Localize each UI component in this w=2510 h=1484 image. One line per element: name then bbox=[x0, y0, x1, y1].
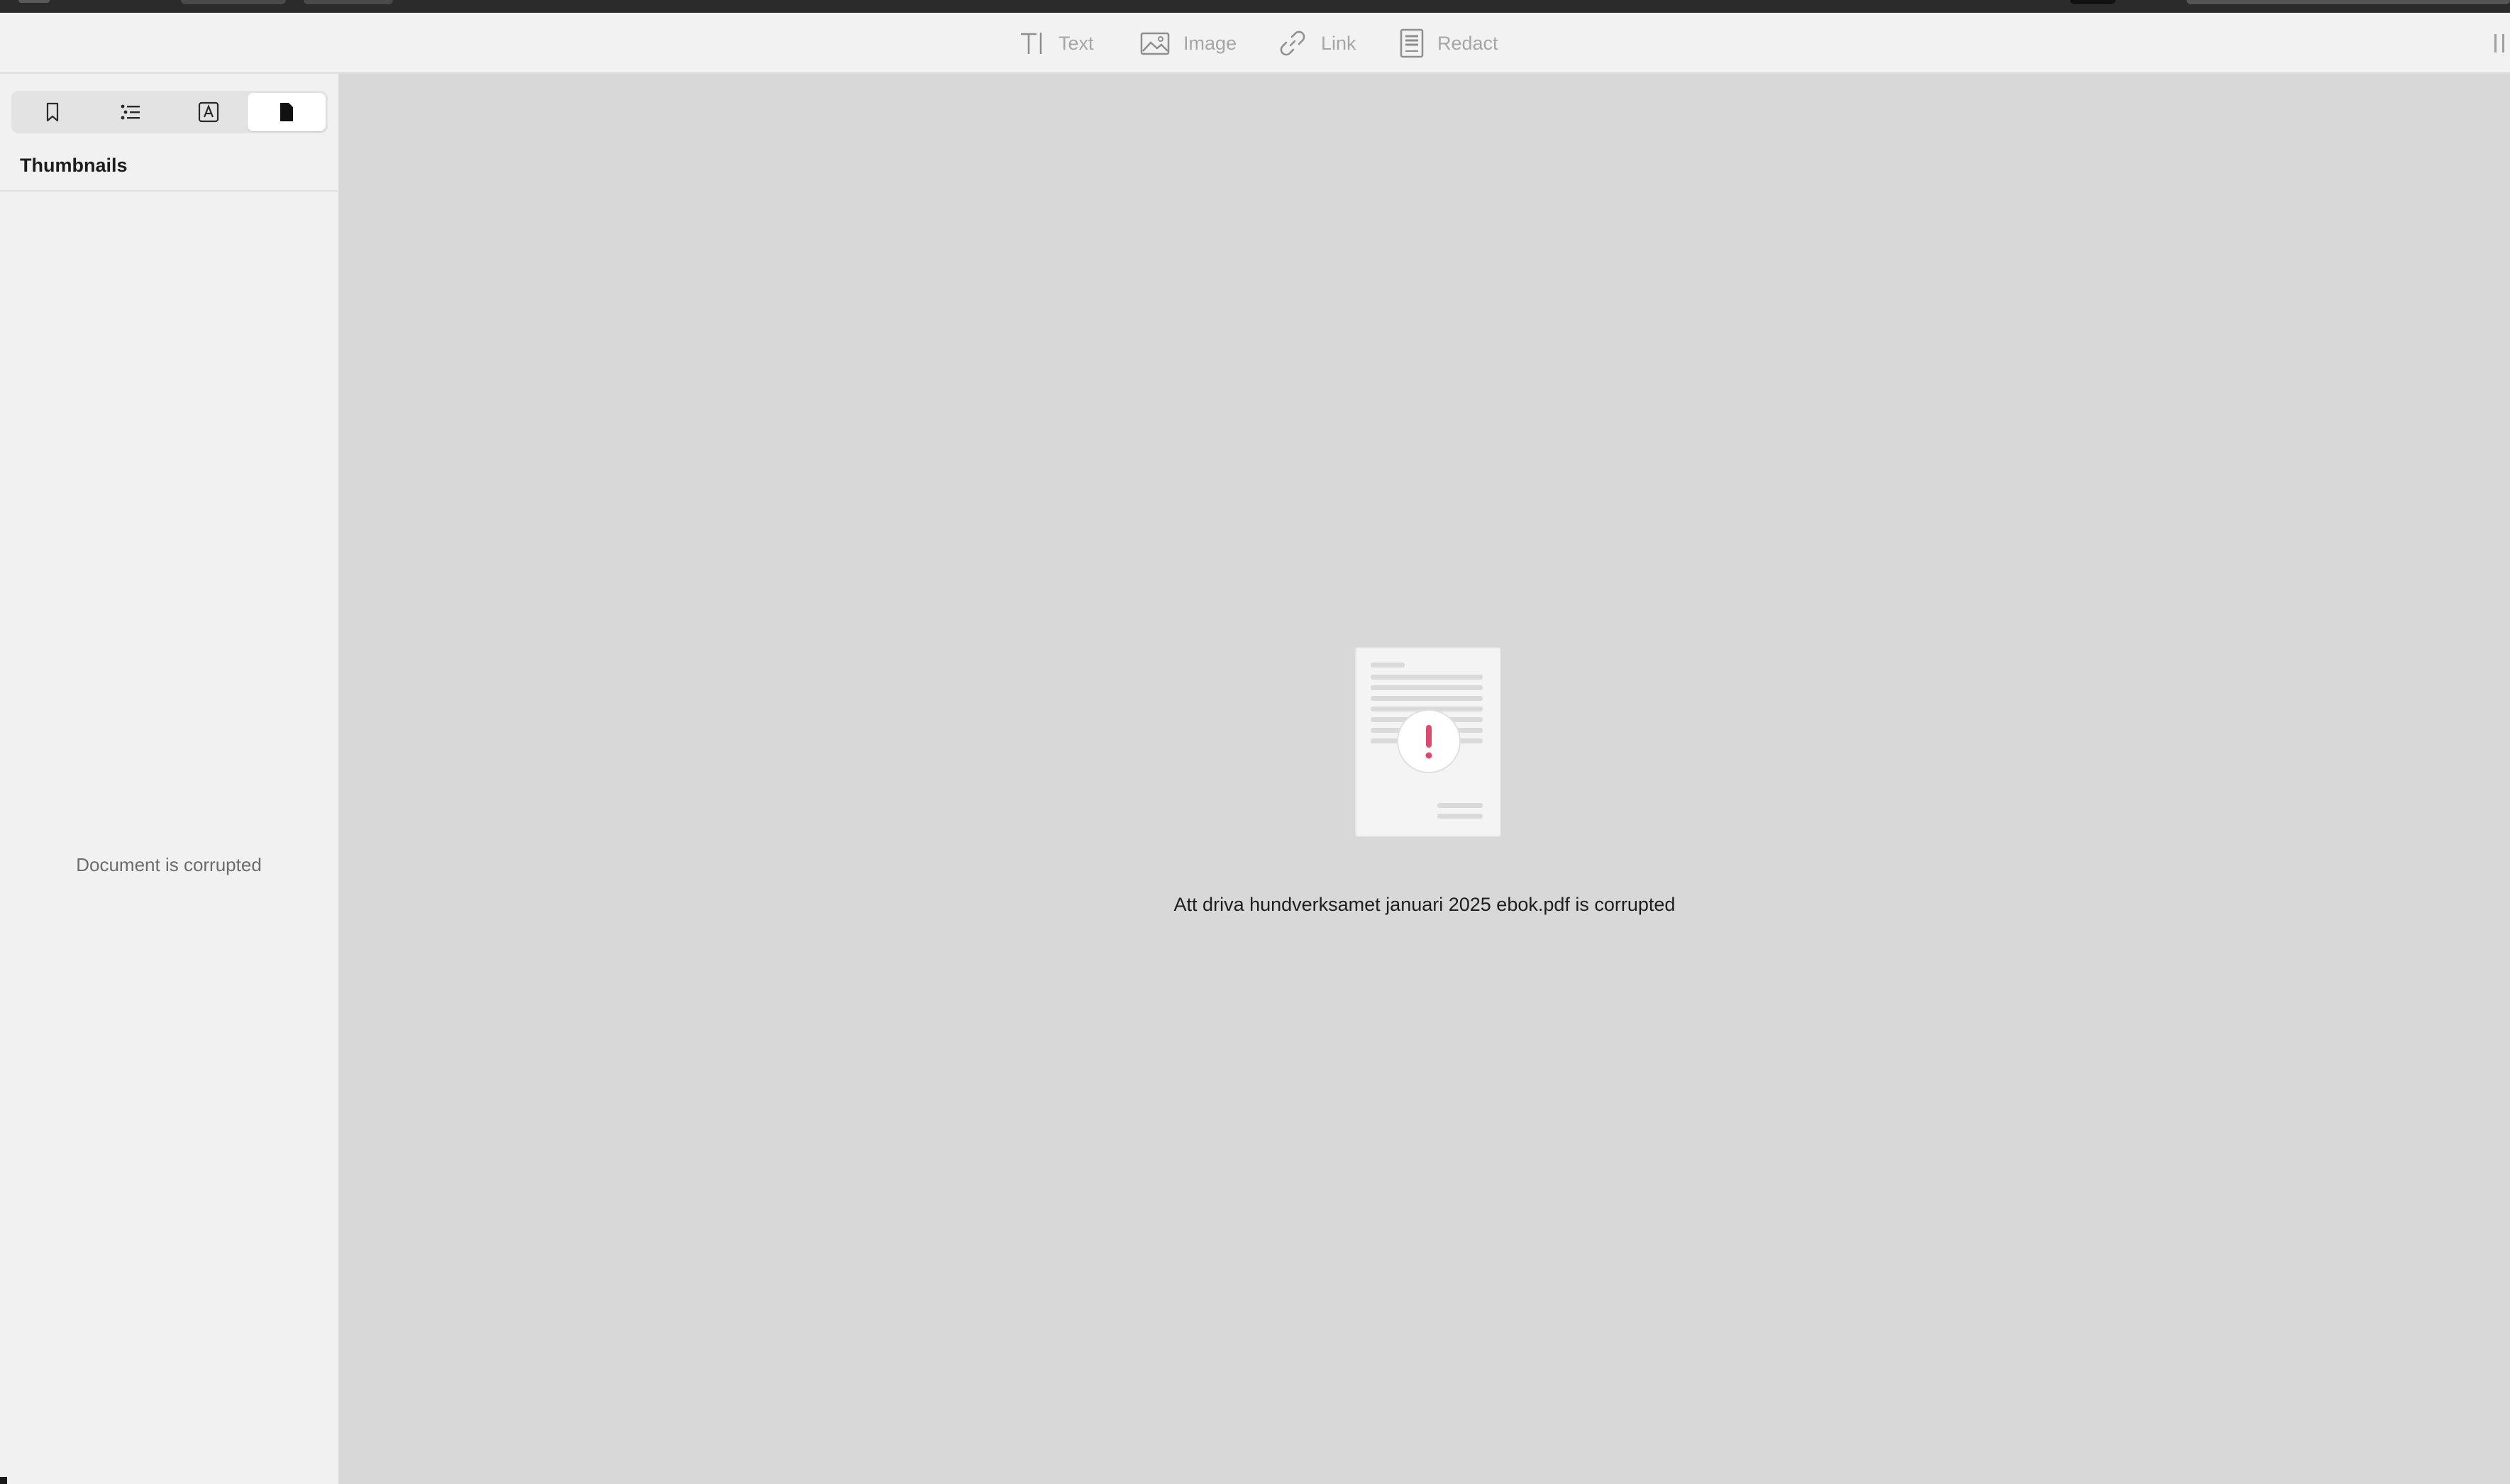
outline-list-icon bbox=[121, 104, 140, 120]
sidebar-tab-bookmarks[interactable] bbox=[13, 93, 92, 131]
bookmark-icon bbox=[46, 102, 59, 122]
edit-toolbar: Text Image Link Redact bbox=[0, 13, 2510, 74]
text-tool-button[interactable]: Text bbox=[1019, 27, 1094, 60]
title-bar-control[interactable] bbox=[18, 0, 50, 3]
annotations-icon bbox=[198, 101, 219, 123]
title-bar-control[interactable] bbox=[304, 0, 393, 4]
sidebar-title: Thumbnails bbox=[20, 155, 128, 176]
sidebar-tab-outline[interactable] bbox=[92, 93, 170, 131]
title-bar-control[interactable] bbox=[181, 0, 286, 4]
text-tool-label: Text bbox=[1058, 32, 1094, 54]
sidebar-view-switcher bbox=[11, 91, 328, 133]
sidebar-tab-thumbnails[interactable] bbox=[248, 93, 326, 131]
corrupted-file-message: Att driva hundverksamet januari 2025 ebo… bbox=[1173, 894, 1676, 915]
document-view: Att driva hundverksamet januari 2025 ebo… bbox=[339, 74, 2510, 1484]
redact-icon bbox=[1400, 28, 1424, 58]
sidebar-tab-annotations[interactable] bbox=[170, 93, 248, 131]
link-tool-label: Link bbox=[1321, 32, 1356, 54]
link-icon bbox=[1280, 31, 1305, 56]
toolbar-collapse-handle[interactable] bbox=[2494, 34, 2504, 52]
redact-tool-button[interactable]: Redact bbox=[1399, 27, 1498, 60]
image-tool-button[interactable]: Image bbox=[1139, 27, 1237, 60]
title-bar-control[interactable] bbox=[2070, 0, 2116, 4]
image-tool-label: Image bbox=[1183, 32, 1237, 54]
corrupted-document-icon bbox=[1355, 647, 1501, 837]
text-cursor-icon bbox=[1021, 33, 1042, 54]
sidebar-divider bbox=[0, 190, 338, 192]
image-icon bbox=[1140, 32, 1170, 55]
redact-tool-label: Redact bbox=[1437, 32, 1498, 54]
window-corner bbox=[0, 1477, 7, 1484]
thumbnails-page-icon bbox=[280, 103, 293, 121]
title-bar-control[interactable] bbox=[2186, 0, 2510, 4]
link-tool-button[interactable]: Link bbox=[1277, 27, 1356, 60]
app-window: Text Image Link Redact Thumbnails Docume… bbox=[0, 0, 2510, 1484]
sidebar: Thumbnails Document is corrupted bbox=[0, 74, 339, 1484]
title-bar bbox=[0, 0, 2510, 13]
sidebar-status-message: Document is corrupted bbox=[76, 854, 262, 875]
